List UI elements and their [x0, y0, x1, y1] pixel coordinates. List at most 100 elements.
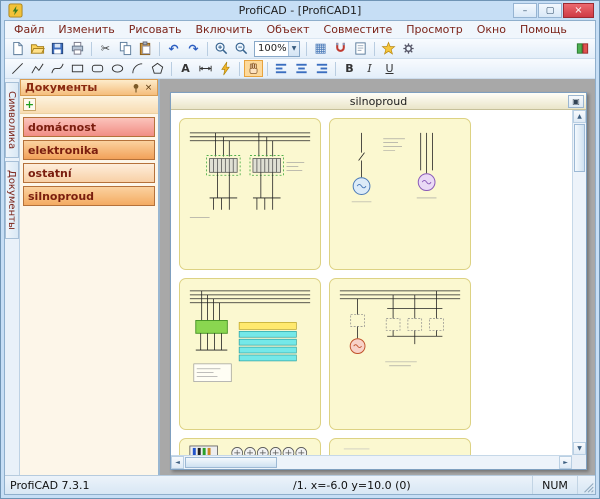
- horizontal-scrollbar[interactable]: ◄ ►: [171, 455, 572, 469]
- italic-button[interactable]: I: [360, 60, 379, 77]
- toolbar-drawing: A B I U: [5, 59, 595, 79]
- maximize-button[interactable]: ▢: [538, 3, 562, 18]
- open-button[interactable]: [28, 40, 47, 57]
- menu-view[interactable]: Просмотр: [399, 21, 469, 38]
- status-coordinates: /1. x=-6.0 y=10.0 (0): [293, 479, 468, 492]
- zoom-select[interactable]: 100% ▼: [254, 41, 300, 57]
- menu-edit[interactable]: Изменить: [51, 21, 121, 38]
- dimension-tool-button[interactable]: [196, 60, 215, 77]
- italic-icon: I: [367, 62, 371, 75]
- close-button[interactable]: ×: [563, 3, 594, 18]
- print-button[interactable]: [68, 40, 87, 57]
- document-item-elektronika[interactable]: elektronika: [23, 140, 155, 160]
- rectangle-tool-button[interactable]: [68, 60, 87, 77]
- zoom-in-icon: [214, 41, 229, 56]
- hand-icon: [246, 61, 261, 76]
- menu-object[interactable]: Объект: [259, 21, 316, 38]
- page-setup-button[interactable]: [351, 40, 370, 57]
- page-setup-icon: [353, 41, 368, 56]
- paste-icon: [138, 41, 153, 56]
- horizontal-scroll-thumb[interactable]: [185, 457, 277, 468]
- snap-toggle-button[interactable]: [331, 40, 350, 57]
- document-item-ostatni[interactable]: ostatní: [23, 163, 155, 183]
- cut-button[interactable]: ✂: [96, 40, 115, 57]
- pages-grid: [179, 118, 572, 455]
- curve-tool-button[interactable]: [48, 60, 67, 77]
- toolbar-separator: [91, 42, 92, 56]
- minimize-button[interactable]: –: [513, 3, 537, 18]
- zoom-in-button[interactable]: [212, 40, 231, 57]
- new-document-button[interactable]: [8, 40, 27, 57]
- panel-close-icon[interactable]: ×: [142, 81, 155, 94]
- caption-buttons: – ▢ ×: [513, 3, 594, 18]
- grid-toggle-button[interactable]: ▦: [311, 40, 330, 57]
- title-bar: ProfiCAD - [ProfiCAD1] – ▢ ×: [4, 1, 596, 20]
- redo-icon: ↷: [188, 42, 198, 56]
- scroll-left-icon[interactable]: ◄: [171, 456, 184, 469]
- zoom-out-button[interactable]: [232, 40, 251, 57]
- paste-button[interactable]: [136, 40, 155, 57]
- bold-icon: B: [345, 62, 353, 75]
- align-right-button[interactable]: [312, 60, 331, 77]
- undo-button[interactable]: ↶: [164, 40, 183, 57]
- rounded-rectangle-tool-button[interactable]: [88, 60, 107, 77]
- scroll-down-icon[interactable]: ▼: [573, 442, 586, 455]
- vertical-scroll-thumb[interactable]: [574, 124, 585, 172]
- app-window: ProfiCAD - [ProfiCAD1] – ▢ × Файл Измени…: [0, 0, 600, 499]
- toolbar-separator: [207, 42, 208, 56]
- redo-button[interactable]: ↷: [184, 40, 203, 57]
- cut-icon: ✂: [101, 42, 110, 55]
- zoom-value: 100%: [258, 43, 287, 54]
- menu-file[interactable]: Файл: [7, 21, 51, 38]
- document-window-body: ▲ ▼ ◄ ►: [171, 110, 586, 469]
- settings-button[interactable]: [399, 40, 418, 57]
- sidebar-tab-documents[interactable]: Документы: [5, 161, 19, 239]
- save-button[interactable]: [48, 40, 67, 57]
- ellipse-tool-button[interactable]: [108, 60, 127, 77]
- scroll-right-icon[interactable]: ►: [559, 456, 572, 469]
- app-frame: Файл Изменить Рисовать Включить Объект С…: [4, 20, 596, 495]
- polyline-tool-button[interactable]: [28, 60, 47, 77]
- drawing-canvas[interactable]: [171, 110, 572, 455]
- document-item-label: elektronika: [28, 144, 99, 157]
- text-tool-button[interactable]: A: [176, 60, 195, 77]
- sidebar-tab-symbols[interactable]: Символика: [5, 82, 19, 158]
- scroll-up-icon[interactable]: ▲: [573, 110, 586, 123]
- pin-icon[interactable]: [129, 81, 142, 94]
- menu-draw[interactable]: Рисовать: [122, 21, 189, 38]
- sidebar-tabstrip: Символика Документы: [5, 79, 20, 475]
- polyline-icon: [30, 61, 45, 76]
- vertical-scroll-track[interactable]: [573, 173, 586, 442]
- schematic-drawing-1: [180, 119, 320, 269]
- text-tool-icon: A: [181, 62, 190, 75]
- symbol-tool-button[interactable]: [216, 60, 235, 77]
- menu-align[interactable]: Совместите: [317, 21, 400, 38]
- align-center-button[interactable]: [292, 60, 311, 77]
- copy-button[interactable]: [116, 40, 135, 57]
- menu-window[interactable]: Окно: [470, 21, 513, 38]
- main-area: Символика Документы Документы × + domácn…: [5, 79, 595, 475]
- document-window-button[interactable]: ▣: [568, 95, 584, 108]
- align-center-icon: [294, 61, 309, 76]
- library-button[interactable]: [573, 40, 592, 57]
- add-document-button[interactable]: +: [23, 98, 36, 111]
- document-window-titlebar[interactable]: silnoproud ▣: [171, 93, 586, 110]
- align-left-button[interactable]: [272, 60, 291, 77]
- vertical-scrollbar[interactable]: ▲ ▼: [572, 110, 586, 455]
- horizontal-scroll-track[interactable]: [278, 456, 559, 469]
- menu-help[interactable]: Помощь: [513, 21, 574, 38]
- bold-button[interactable]: B: [340, 60, 359, 77]
- symbols-library-button[interactable]: [379, 40, 398, 57]
- polygon-tool-button[interactable]: [148, 60, 167, 77]
- resize-grip[interactable]: [578, 476, 595, 494]
- arc-tool-button[interactable]: [128, 60, 147, 77]
- status-bar: ProfiCAD 7.3.1 /1. x=-6.0 y=10.0 (0) NUM: [5, 475, 595, 494]
- menu-insert[interactable]: Включить: [188, 21, 259, 38]
- pan-tool-button[interactable]: [244, 60, 263, 77]
- underline-button[interactable]: U: [380, 60, 399, 77]
- line-tool-button[interactable]: [8, 60, 27, 77]
- arc-icon: [130, 61, 145, 76]
- toolbar-separator: [171, 62, 172, 76]
- document-item-silnoproud[interactable]: silnoproud: [23, 186, 155, 206]
- document-item-domacnost[interactable]: domácnost: [23, 117, 155, 137]
